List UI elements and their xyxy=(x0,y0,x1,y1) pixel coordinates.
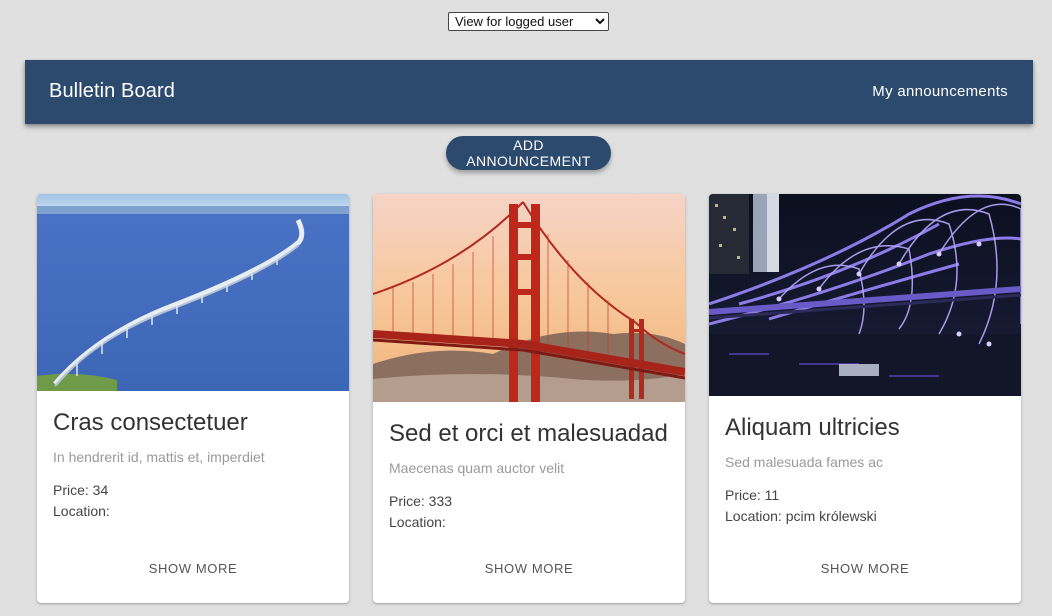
card-content: Sed et orci et malesuadad Maecenas quam … xyxy=(373,420,685,533)
card-price: Price: 333 xyxy=(389,493,453,509)
announcement-card: Aliquam ultricies Sed malesuada fames ac… xyxy=(709,194,1021,603)
card-image-helix-bridge xyxy=(709,194,1021,396)
card-location: Location: pcim królewski xyxy=(725,508,877,524)
card-subtitle: Maecenas quam auctor velit xyxy=(389,460,565,476)
card-image-golden-gate xyxy=(373,194,685,402)
view-mode-select[interactable]: View for logged user xyxy=(448,12,609,31)
show-more-button[interactable]: SHOW MORE xyxy=(373,561,685,576)
card-price: Price: 11 xyxy=(725,487,780,503)
show-more-button[interactable]: SHOW MORE xyxy=(709,561,1021,576)
card-title: Sed et orci et malesuadad xyxy=(389,420,668,447)
app-bar: Bulletin Board My announcements xyxy=(25,60,1033,124)
card-content: Cras consectetuer In hendrerit id, matti… xyxy=(37,409,349,522)
my-announcements-link[interactable]: My announcements xyxy=(872,83,1008,100)
app-title: Bulletin Board xyxy=(49,80,175,102)
card-price: Price: 34 xyxy=(53,482,109,498)
card-title: Cras consectetuer xyxy=(53,409,248,436)
card-subtitle: In hendrerit id, mattis et, imperdiet xyxy=(53,449,265,465)
card-content: Aliquam ultricies Sed malesuada fames ac… xyxy=(709,414,1021,527)
card-subtitle: Sed malesuada fames ac xyxy=(725,454,883,470)
show-more-button[interactable]: SHOW MORE xyxy=(37,561,349,576)
card-location: Location: xyxy=(389,514,446,530)
view-select-wrap: View for logged user xyxy=(448,12,609,31)
card-image-long-bridge xyxy=(37,194,349,391)
announcement-card: Sed et orci et malesuadad Maecenas quam … xyxy=(373,194,685,603)
announcement-card: Cras consectetuer In hendrerit id, matti… xyxy=(37,194,349,603)
card-location: Location: xyxy=(53,503,110,519)
add-announcement-button[interactable]: ADD ANNOUNCEMENT xyxy=(446,136,611,170)
card-title: Aliquam ultricies xyxy=(725,414,900,441)
